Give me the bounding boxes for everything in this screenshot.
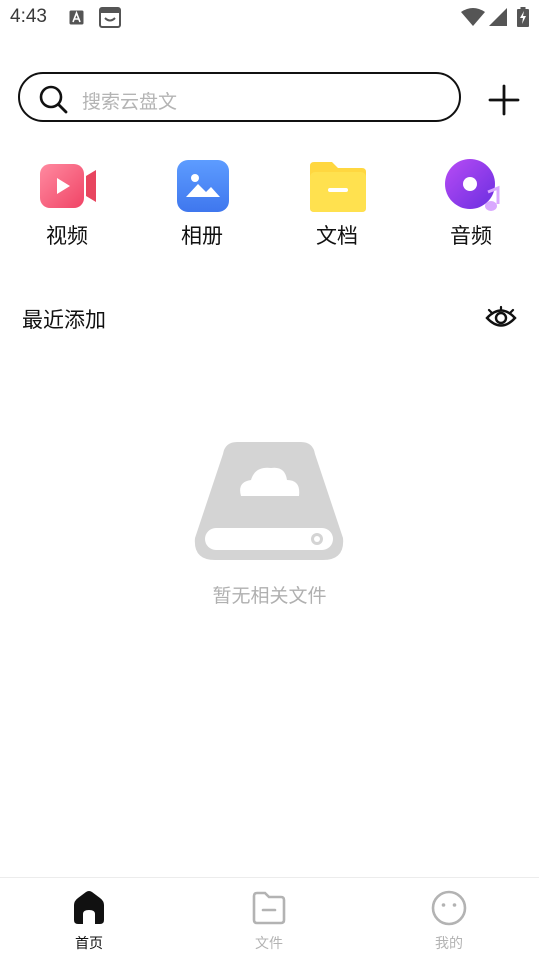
nav-label-file: 文件 [255, 936, 283, 952]
signal-icon [489, 8, 507, 26]
video-camera-icon [40, 164, 96, 208]
cloud-drive-icon [194, 442, 344, 560]
category-label-document: 文档 [316, 224, 358, 248]
recent-added-title: 最近添加 [22, 308, 106, 332]
battery-charging-icon [517, 7, 529, 27]
search-input[interactable]: 搜索云盘文 [82, 87, 177, 114]
store-notification-icon [99, 7, 121, 28]
empty-state-text: 暂无相关文件 [212, 585, 327, 607]
file-icon [252, 891, 286, 925]
text-notification-icon [69, 10, 84, 25]
category-video[interactable]: 视频 [22, 158, 112, 250]
eye-icon[interactable] [485, 305, 517, 329]
home-icon [74, 891, 104, 924]
nav-item-mine[interactable]: 我的 [389, 878, 509, 959]
category-document[interactable]: 文档 [292, 158, 382, 250]
search-bar[interactable]: 搜索云盘文 [18, 72, 461, 122]
category-album[interactable]: 相册 [157, 158, 247, 250]
category-label-audio: 音频 [450, 224, 492, 248]
music-disc-icon [445, 159, 500, 211]
folder-document-icon [310, 162, 366, 212]
category-label-video: 视频 [46, 224, 88, 248]
status-time: 4:43 [10, 6, 47, 27]
search-icon [39, 85, 68, 114]
bottom-navigation: 首页 文件 我的 [0, 877, 539, 958]
plus-icon[interactable] [487, 83, 521, 117]
nav-item-file[interactable]: 文件 [209, 878, 329, 959]
nav-label-mine: 我的 [435, 936, 463, 952]
status-bar: 4:43 [0, 0, 539, 36]
category-audio[interactable]: 音频 [426, 158, 516, 250]
photo-album-icon [177, 160, 229, 212]
category-label-album: 相册 [181, 224, 223, 248]
nav-item-home[interactable]: 首页 [29, 878, 149, 959]
wifi-icon [461, 8, 485, 26]
nav-label-home: 首页 [75, 936, 103, 952]
profile-face-icon [431, 890, 467, 926]
